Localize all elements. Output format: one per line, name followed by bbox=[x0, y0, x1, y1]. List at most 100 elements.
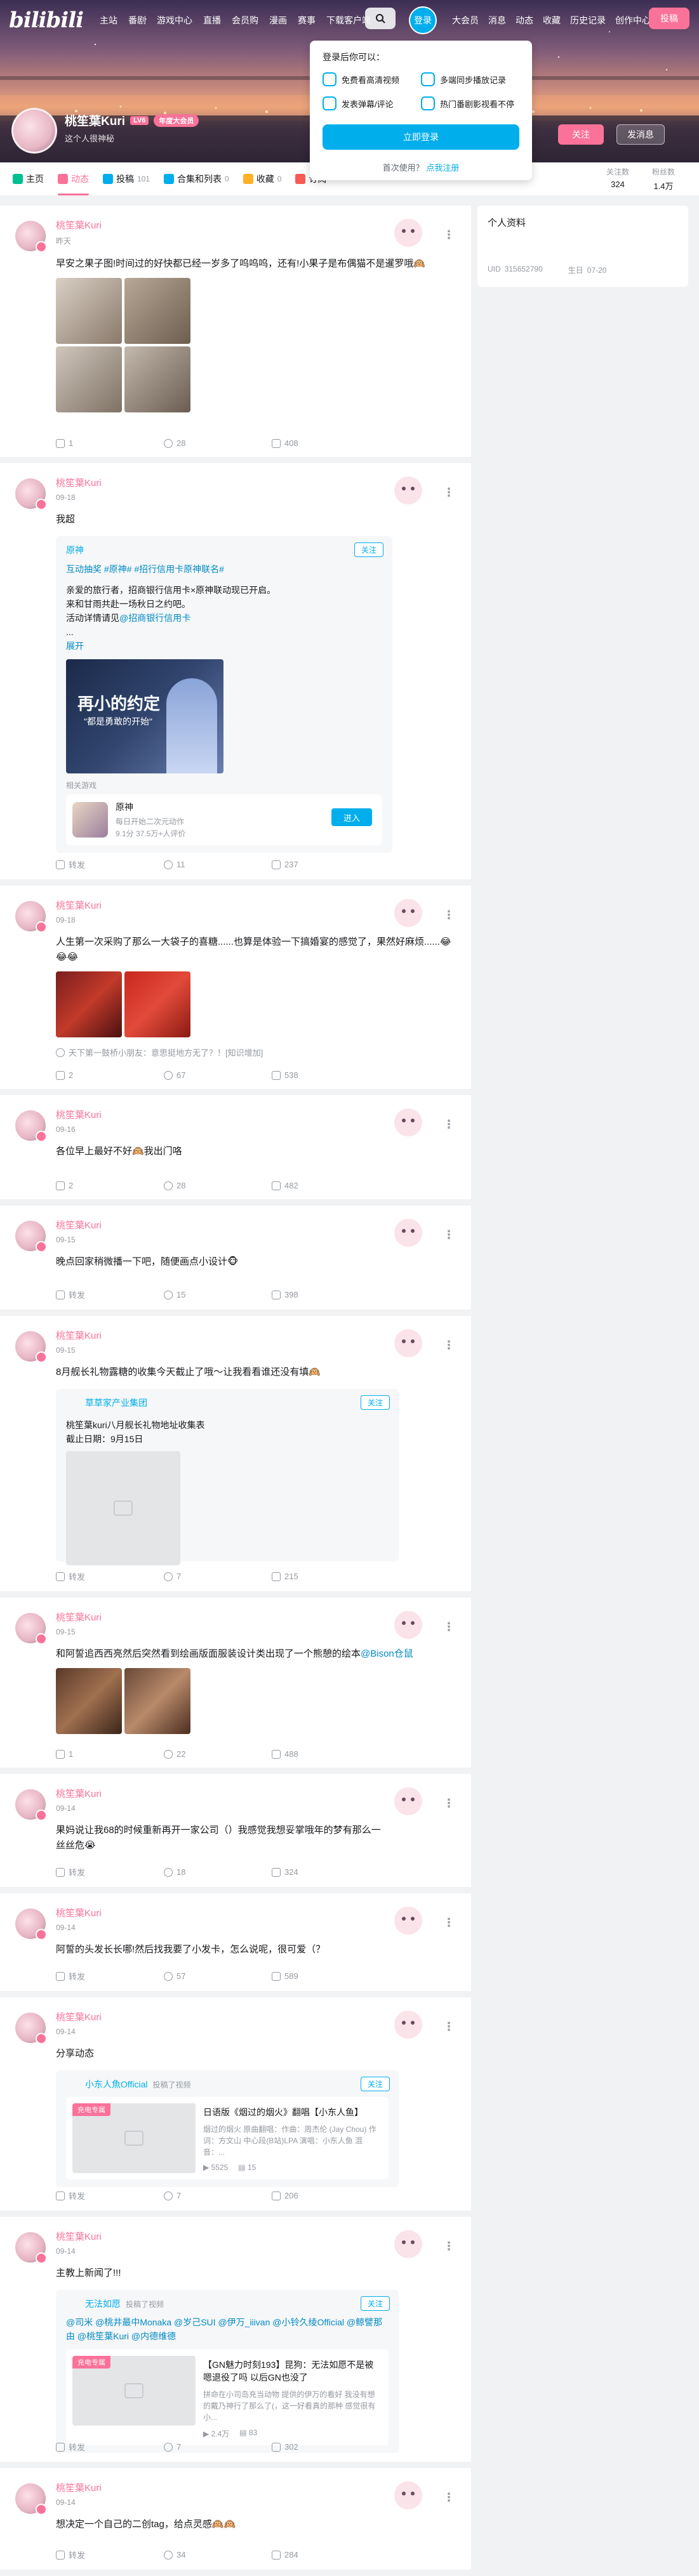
forward-button[interactable]: 转发 bbox=[56, 1570, 164, 1582]
nav-dynamics[interactable]: 动态 bbox=[516, 14, 533, 27]
nav-item-anime[interactable]: 番剧 bbox=[128, 14, 146, 27]
forward-button[interactable]: 1 bbox=[56, 438, 164, 448]
comment-button[interactable]: 28 bbox=[164, 438, 272, 448]
more-options-icon[interactable]: ⋮ bbox=[443, 1916, 455, 1929]
forwarded-author-name[interactable]: 原神 bbox=[66, 544, 84, 556]
like-button[interactable]: 237 bbox=[272, 858, 380, 871]
bilibili-logo[interactable]: bilibili bbox=[9, 8, 84, 33]
avatar[interactable] bbox=[15, 2013, 47, 2044]
forward-button[interactable]: 转发 bbox=[56, 1289, 164, 1301]
tab-home[interactable]: 主页 bbox=[13, 162, 44, 195]
video-thumbnail[interactable]: 充电专属 bbox=[72, 2103, 196, 2173]
login-avatar-button[interactable]: 登录 bbox=[409, 6, 437, 34]
avatar[interactable] bbox=[15, 1110, 47, 1142]
comment-button[interactable]: 34 bbox=[164, 2549, 272, 2561]
login-now-button[interactable]: 立即登录 bbox=[323, 124, 519, 150]
forward-button[interactable]: 1 bbox=[56, 1749, 164, 1759]
avatar[interactable] bbox=[15, 901, 47, 933]
vip-badge[interactable]: 年度大会员 bbox=[154, 114, 199, 127]
more-options-icon[interactable]: ⋮ bbox=[443, 909, 455, 922]
tab-collections[interactable]: 合集和列表 0 bbox=[164, 162, 229, 195]
forwarded-follow-button[interactable]: 关注 bbox=[360, 2296, 390, 2311]
comment-button[interactable]: 11 bbox=[164, 858, 272, 871]
tab-dynamics[interactable]: 动态 bbox=[58, 162, 89, 195]
forwarded-post[interactable]: 无法如愿 投稿了视频 关注 @司米 @桃井最中Monaka @岁己SUI @伊万_… bbox=[56, 2290, 399, 2453]
post-image[interactable] bbox=[124, 1668, 190, 1734]
forward-button[interactable]: 转发 bbox=[56, 2441, 164, 2453]
like-button[interactable]: 206 bbox=[272, 2190, 380, 2202]
avatar[interactable] bbox=[15, 2232, 47, 2264]
post-image[interactable] bbox=[56, 278, 122, 344]
like-button[interactable]: 302 bbox=[272, 2441, 380, 2453]
comment-button[interactable]: 28 bbox=[164, 1181, 272, 1190]
forwarded-author-name[interactable]: 草草家产业集团 bbox=[85, 1396, 147, 1409]
followers-stat[interactable]: 粉丝数 1.4万 bbox=[652, 166, 675, 192]
forwarded-follow-button[interactable]: 关注 bbox=[360, 2077, 390, 2091]
post-image[interactable] bbox=[56, 346, 122, 412]
avatar[interactable] bbox=[15, 1789, 47, 1821]
topic-tags[interactable]: 互动抽奖 #原神# #招行信用卡原神联名# bbox=[66, 563, 382, 575]
poster-image[interactable]: 再小的约定 "都是勇敢的开始" bbox=[66, 659, 223, 773]
like-button[interactable]: 408 bbox=[272, 438, 380, 448]
comment-button[interactable]: 22 bbox=[164, 1749, 272, 1759]
nav-messages[interactable]: 消息 bbox=[488, 14, 506, 27]
comment-button[interactable]: 18 bbox=[164, 1866, 272, 1878]
nav-item-main[interactable]: 主站 bbox=[100, 14, 117, 27]
video-thumbnail[interactable]: 充电专属 bbox=[72, 2356, 196, 2426]
video-title[interactable]: 【GN魅力时刻193】昆狗：无法如愿不是被嗯退役了吗 以后GN也没了 bbox=[203, 2358, 382, 2384]
like-button[interactable]: 589 bbox=[272, 1970, 380, 1982]
nav-item-live[interactable]: 直播 bbox=[203, 14, 221, 27]
forwarded-author-name[interactable]: 无法如愿 bbox=[85, 2297, 121, 2310]
nav-vip[interactable]: 大会员 bbox=[452, 14, 479, 27]
more-options-icon[interactable]: ⋮ bbox=[443, 1620, 455, 1634]
more-options-icon[interactable]: ⋮ bbox=[443, 1339, 455, 1352]
like-button[interactable]: 284 bbox=[272, 2549, 380, 2561]
forward-button[interactable]: 转发 bbox=[56, 2190, 164, 2202]
avatar[interactable] bbox=[15, 1909, 47, 1940]
tab-uploads[interactable]: 投稿 101 bbox=[103, 162, 150, 195]
more-options-icon[interactable]: ⋮ bbox=[443, 1228, 455, 1242]
image-placeholder[interactable] bbox=[66, 1451, 180, 1565]
forwarded-follow-button[interactable]: 关注 bbox=[354, 542, 383, 557]
like-button[interactable]: 488 bbox=[272, 1749, 380, 1759]
comment-button[interactable]: 67 bbox=[164, 1070, 272, 1080]
forward-button[interactable]: 2 bbox=[56, 1181, 164, 1190]
nav-item-game-center[interactable]: 游戏中心 bbox=[157, 14, 192, 27]
forwarded-post[interactable]: 草草家产业集团 关注 桃笙葉kuri八月舰长礼物地址收集表 截止日期：9月15日 bbox=[56, 1389, 399, 1565]
register-link[interactable]: 点我注册 bbox=[426, 163, 459, 173]
nav-favorites[interactable]: 收藏 bbox=[543, 14, 561, 27]
uid-value[interactable]: 315652790 bbox=[505, 265, 543, 273]
more-options-icon[interactable]: ⋮ bbox=[443, 2020, 455, 2034]
forwarded-author-name[interactable]: 小东人魚Official bbox=[85, 2078, 148, 2091]
more-options-icon[interactable]: ⋮ bbox=[443, 1118, 455, 1131]
game-card[interactable]: 原神 每日开始二次元动作 9.1分 37.5万+人评价 进入 bbox=[66, 794, 382, 845]
more-options-icon[interactable]: ⋮ bbox=[443, 228, 455, 242]
avatar[interactable] bbox=[15, 221, 47, 253]
forward-button[interactable]: 转发 bbox=[56, 858, 164, 871]
avatar[interactable] bbox=[15, 1331, 47, 1363]
like-button[interactable]: 482 bbox=[272, 1181, 380, 1190]
more-options-icon[interactable]: ⋮ bbox=[443, 486, 455, 499]
tab-favorites[interactable]: 收藏 0 bbox=[243, 162, 281, 195]
video-card[interactable]: 充电专属 日语版《烟过的烟火》翻唱【小东人鱼】 烟过的烟火 原曲翻唱：作曲：周杰… bbox=[66, 2097, 389, 2179]
post-image[interactable] bbox=[56, 1668, 122, 1734]
like-button[interactable]: 398 bbox=[272, 1289, 380, 1301]
video-title[interactable]: 日语版《烟过的烟火》翻唱【小东人鱼】 bbox=[203, 2106, 382, 2119]
forwarded-post[interactable]: 原神 关注 互动抽奖 #原神# #招行信用卡原神联名# 亲爱的旅行者，招商银行信… bbox=[56, 536, 392, 853]
nav-item-download[interactable]: 下载客户端 bbox=[326, 14, 371, 27]
video-card[interactable]: 充电专属 【GN魅力时刻193】昆狗：无法如愿不是被嗯退役了吗 以后GN也没了 … bbox=[66, 2349, 389, 2445]
comment-button[interactable]: 15 bbox=[164, 1289, 272, 1301]
comment-button[interactable]: 57 bbox=[164, 1970, 272, 1982]
mention-list[interactable]: @司米 @桃井最中Monaka @岁己SUI @伊万_iiivan @小铃久绫O… bbox=[66, 2315, 389, 2343]
like-button[interactable]: 324 bbox=[272, 1866, 380, 1878]
search-button[interactable] bbox=[365, 8, 396, 29]
comment-button[interactable]: 7 bbox=[164, 2441, 272, 2453]
comment-button[interactable]: 7 bbox=[164, 1570, 272, 1582]
forward-button[interactable]: 2 bbox=[56, 1070, 164, 1080]
avatar[interactable] bbox=[15, 478, 47, 510]
mention-link[interactable]: @招商银行信用卡 bbox=[119, 613, 190, 623]
nav-item-manga[interactable]: 漫画 bbox=[269, 14, 287, 27]
avatar[interactable] bbox=[15, 1613, 47, 1645]
like-button[interactable]: 538 bbox=[272, 1070, 380, 1080]
nav-creator-center[interactable]: 创作中心 bbox=[615, 14, 651, 27]
